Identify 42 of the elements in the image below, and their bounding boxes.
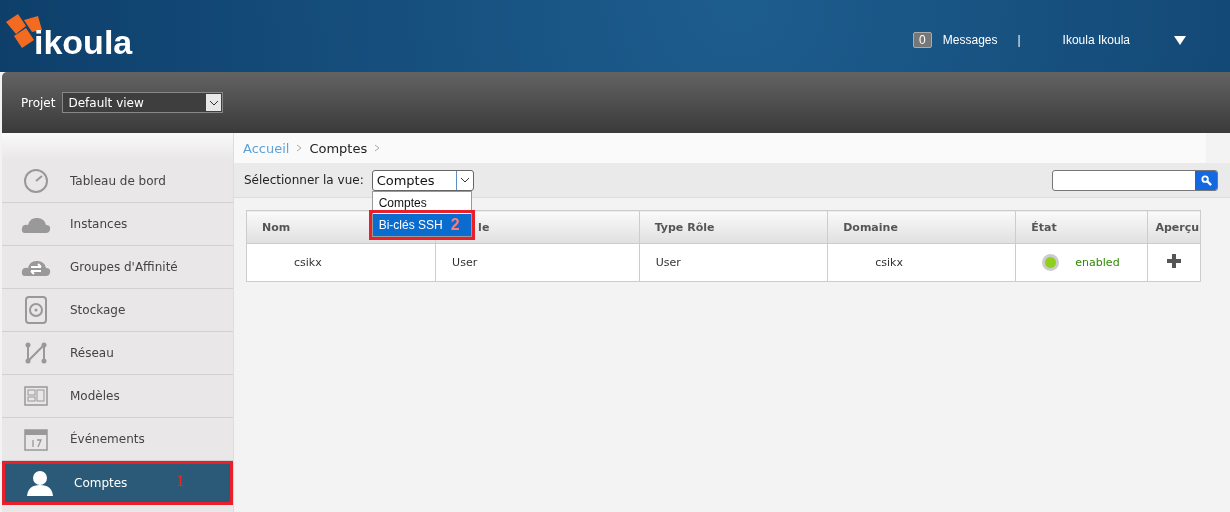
view-select[interactable]: Comptes — [371, 169, 474, 191]
table-cell: User — [435, 243, 640, 282]
gauge-icon — [23, 168, 49, 194]
chevron-down-icon[interactable] — [208, 99, 219, 106]
calendar-icon — [24, 427, 48, 451]
search-field[interactable] — [1052, 169, 1218, 191]
view-label: Sélectionner la vue: — [244, 173, 364, 187]
caret-icon[interactable] — [1174, 35, 1186, 45]
sidebar-item[interactable]: Événements — [2, 418, 233, 461]
column-header: État — [1015, 210, 1148, 244]
status-text: enabled — [1075, 255, 1120, 269]
sidebar-item[interactable]: Réseau — [2, 332, 233, 375]
project-label: Projet — [21, 95, 56, 110]
sidebar-item[interactable]: Comptes 1 — [2, 461, 233, 505]
sidebar-item[interactable]: Groupes d'Affinité — [2, 246, 233, 289]
column-header: Domaine — [827, 210, 1016, 244]
column-header: Aperçu — [1147, 210, 1201, 244]
table-cell: csikx — [246, 243, 436, 282]
network-icon — [25, 342, 47, 364]
breadcrumb-item: Comptes — [309, 140, 368, 156]
messages-link[interactable]: Messages — [942, 33, 998, 47]
search-icon — [1200, 174, 1212, 186]
logo-text: ikoula — [34, 22, 133, 63]
user-icon — [26, 470, 54, 496]
table-cell: csikx — [827, 243, 1016, 282]
sidebar-item[interactable]: Stockage — [2, 289, 233, 332]
separator: | — [1017, 33, 1021, 47]
message-count[interactable]: 0 — [913, 32, 932, 48]
template-icon — [24, 386, 48, 406]
chevron-icon — [296, 144, 303, 152]
annotation-number: 1 — [176, 471, 185, 491]
column-header: Type Rôle — [639, 210, 828, 244]
chevron-down-icon[interactable] — [459, 177, 470, 183]
search-button[interactable] — [1195, 170, 1217, 190]
project-select[interactable]: Default view — [62, 92, 224, 113]
chevron-icon — [374, 144, 381, 152]
sidebar-item[interactable]: Modèles — [2, 375, 233, 418]
table-cell: User — [639, 243, 828, 282]
user-name[interactable]: Ikoula Ikoula — [1062, 33, 1130, 47]
sidebar-item[interactable]: Tableau de bord — [2, 160, 233, 203]
sidebar-item[interactable]: Instances — [2, 203, 233, 246]
plus-icon[interactable] — [1166, 254, 1181, 268]
